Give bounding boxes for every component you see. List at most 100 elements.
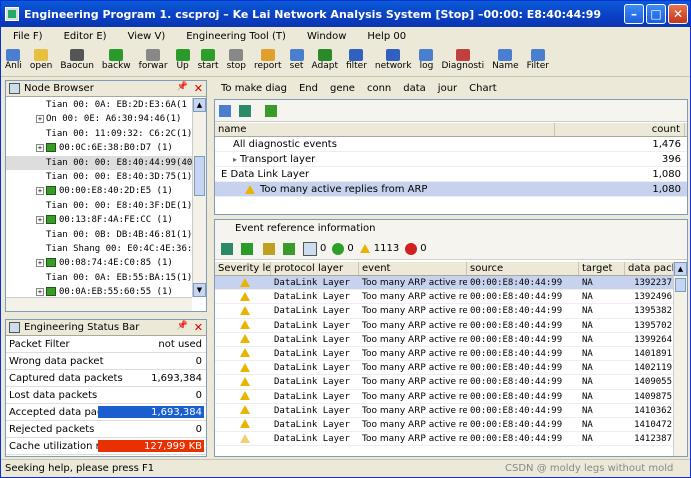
events-vscroll[interactable]: ▲ — [673, 262, 687, 456]
event-error-icon[interactable] — [405, 242, 418, 255]
expand-icon[interactable]: + — [36, 187, 44, 196]
tab-2[interactable]: gene — [324, 81, 361, 99]
event-row[interactable]: DataLink Layer Too many ARP active replie… — [215, 375, 675, 390]
toolbar-button-4[interactable]: forwar — [135, 47, 172, 77]
toolbar-button-14[interactable]: Diagnosti — [437, 47, 488, 77]
event-info-icon[interactable] — [303, 241, 317, 256]
panel-close-icon[interactable]: ✕ — [194, 82, 203, 95]
diag-row[interactable]: All diagnostic events 1,476 — [215, 137, 687, 152]
event-warning-icon[interactable] — [359, 244, 370, 253]
toolbar-button-3[interactable]: backw — [98, 47, 135, 77]
tree-node[interactable]: +00:0A:EB:55:60:55 (1) — [6, 285, 192, 297]
expand-icon[interactable]: + — [36, 288, 44, 297]
event-row[interactable]: DataLink Layer Too many ARP active replie… — [215, 333, 675, 347]
toolbar-button-11[interactable]: filter — [342, 47, 371, 77]
toolbar-button-10[interactable]: Adapt — [308, 47, 342, 77]
expand-icon[interactable]: + — [36, 115, 44, 124]
event-user-icon[interactable] — [263, 242, 275, 255]
event-row[interactable]: DataLink Layer Too many ARP active replie… — [215, 276, 675, 291]
tree-node[interactable]: Tian 00: 0A: EB:2D:E3:6A(1 — [6, 98, 192, 112]
event-row[interactable]: DataLink Layer Too many ARP active replie… — [215, 390, 675, 404]
node-tree[interactable]: Tian 00: 0A: EB:2D:E3:6A(1 + On 00: 0E: A6… — [6, 98, 192, 297]
tree-node[interactable]: Tian 00: 00: E8:40:3F:DE(1) — [6, 199, 192, 213]
minimize-button[interactable]: – — [624, 4, 644, 24]
menu-item-0[interactable]: File F) — [1, 31, 52, 42]
scroll-up-icon[interactable]: ▲ — [674, 262, 687, 276]
event-row[interactable]: DataLink Layer Too many ARP active replie… — [215, 290, 675, 305]
diag-row[interactable]: Too many active replies from ARP 1,080 — [215, 182, 687, 197]
expand-icon[interactable]: + — [36, 144, 44, 153]
diag-row[interactable]: ▸ Transport layer 396 — [215, 152, 687, 167]
toolbar-button-6[interactable]: start — [194, 47, 223, 77]
close-button[interactable]: ✕ — [668, 4, 688, 24]
menu-item-5[interactable]: Help 00 — [355, 31, 415, 42]
event-row[interactable]: DataLink Layer Too many ARP active replie… — [215, 404, 675, 418]
toolbar-button-7[interactable]: stop — [223, 47, 250, 77]
collapse-icon[interactable]: ▸ — [233, 155, 237, 164]
save-icon[interactable] — [219, 104, 231, 117]
scroll-thumb[interactable] — [675, 278, 686, 292]
event-row[interactable]: DataLink Layer Too many ARP active replie… — [215, 418, 675, 433]
toolbar-button-12[interactable]: network — [371, 47, 416, 77]
events-col-header-4[interactable]: target — [579, 262, 625, 275]
pin-icon[interactable]: 📌 — [177, 321, 188, 331]
expand-icon[interactable]: + — [36, 259, 44, 268]
tree-node[interactable]: +00:08:74:4E:C0:85 (1) — [6, 256, 192, 270]
event-view-icon[interactable] — [221, 242, 233, 255]
node-tree-hscroll[interactable] — [6, 297, 192, 311]
expand-icon[interactable]: + — [36, 216, 44, 225]
event-row[interactable]: DataLink Layer Too many ARP active replie… — [215, 319, 675, 333]
event-row[interactable]: DataLink Layer Too many ARP active replie… — [215, 304, 675, 319]
tree-node[interactable]: +00:0C:6E:38:B0:D7 (1) — [6, 141, 192, 155]
diag-row[interactable]: E Data Link Layer 1,080 — [215, 167, 687, 182]
refresh-icon[interactable] — [265, 104, 277, 117]
tree-node[interactable]: +00:00:E8:40:2D:E5 (1) — [6, 184, 192, 198]
node-tree-vscroll[interactable]: ▲ ▼ — [192, 98, 206, 297]
toolbar-button-9[interactable]: set — [286, 47, 308, 77]
menu-item-1[interactable]: Editor E) — [52, 31, 116, 42]
event-filter-icon[interactable] — [241, 242, 253, 255]
tree-node[interactable]: Tian 00: 0A: EB:55:BA:15(1) — [6, 271, 192, 285]
diag-count-header[interactable]: count — [555, 123, 685, 136]
toolbar-button-8[interactable]: report — [250, 47, 286, 77]
events-col-header-0[interactable]: Severity level — [215, 262, 271, 275]
events-col-header-2[interactable]: event — [359, 262, 467, 275]
tree-node[interactable]: Tian 00: 0B: DB:4B:46:81(1) — [6, 228, 192, 242]
menu-item-4[interactable]: Window — [295, 31, 355, 42]
tab-5[interactable]: jour — [432, 81, 463, 99]
scroll-down-icon[interactable]: ▼ — [193, 283, 206, 297]
events-col-header-5[interactable]: data packet — [625, 262, 675, 275]
tree-node[interactable]: Tian 00: 00: E8:40:44:99(40) — [6, 155, 192, 170]
maximize-button[interactable]: □ — [646, 4, 666, 24]
menu-item-2[interactable]: View V) — [116, 31, 175, 42]
event-row[interactable]: DataLink Layer Too many ARP active replie… — [215, 432, 675, 447]
event-row[interactable]: DataLink Layer Too many ARP active replie… — [215, 347, 675, 362]
tab-4[interactable]: data — [397, 81, 432, 99]
toolbar-button-16[interactable]: Filter — [523, 47, 553, 77]
menu-item-3[interactable]: Engineering Tool (T) — [174, 31, 295, 42]
events-col-header-1[interactable]: protocol layer — [271, 262, 359, 275]
toolbar-button-5[interactable]: Up — [172, 47, 194, 77]
tree-node[interactable]: +00:13:8F:4A:FE:CC (1) — [6, 213, 192, 227]
toolbar-button-0[interactable]: Anli — [1, 47, 26, 77]
tab-1[interactable]: End — [293, 81, 324, 99]
diag-name-header[interactable]: name — [215, 123, 555, 136]
tab-3[interactable]: conn — [361, 81, 397, 99]
toolbar-button-2[interactable]: Baocun — [56, 47, 98, 77]
tab-0[interactable]: To make diag — [215, 81, 293, 99]
scroll-up-icon[interactable]: ▲ — [193, 98, 206, 112]
view-icon[interactable] — [239, 104, 251, 117]
event-ok-icon[interactable] — [332, 242, 345, 255]
event-refresh-icon[interactable] — [283, 242, 295, 255]
event-row[interactable]: DataLink Layer Too many ARP active replie… — [215, 361, 675, 376]
pin-icon[interactable]: 📌 — [177, 82, 188, 92]
tab-6[interactable]: Chart — [463, 81, 502, 99]
tree-node[interactable]: Tian Shang 00: E0:4C:4E:36:BC(1) — [6, 242, 192, 256]
tree-node[interactable]: + On 00: 0E: A6:30:94:46(1) — [6, 112, 192, 126]
toolbar-button-1[interactable]: open — [26, 47, 56, 77]
scroll-thumb[interactable] — [194, 156, 205, 196]
panel-close-icon[interactable]: ✕ — [194, 321, 203, 334]
tree-node[interactable]: Tian 00: 00: E8:40:3D:75(1) — [6, 170, 192, 184]
toolbar-button-15[interactable]: Name — [488, 47, 523, 77]
events-col-header-3[interactable]: source — [467, 262, 579, 275]
